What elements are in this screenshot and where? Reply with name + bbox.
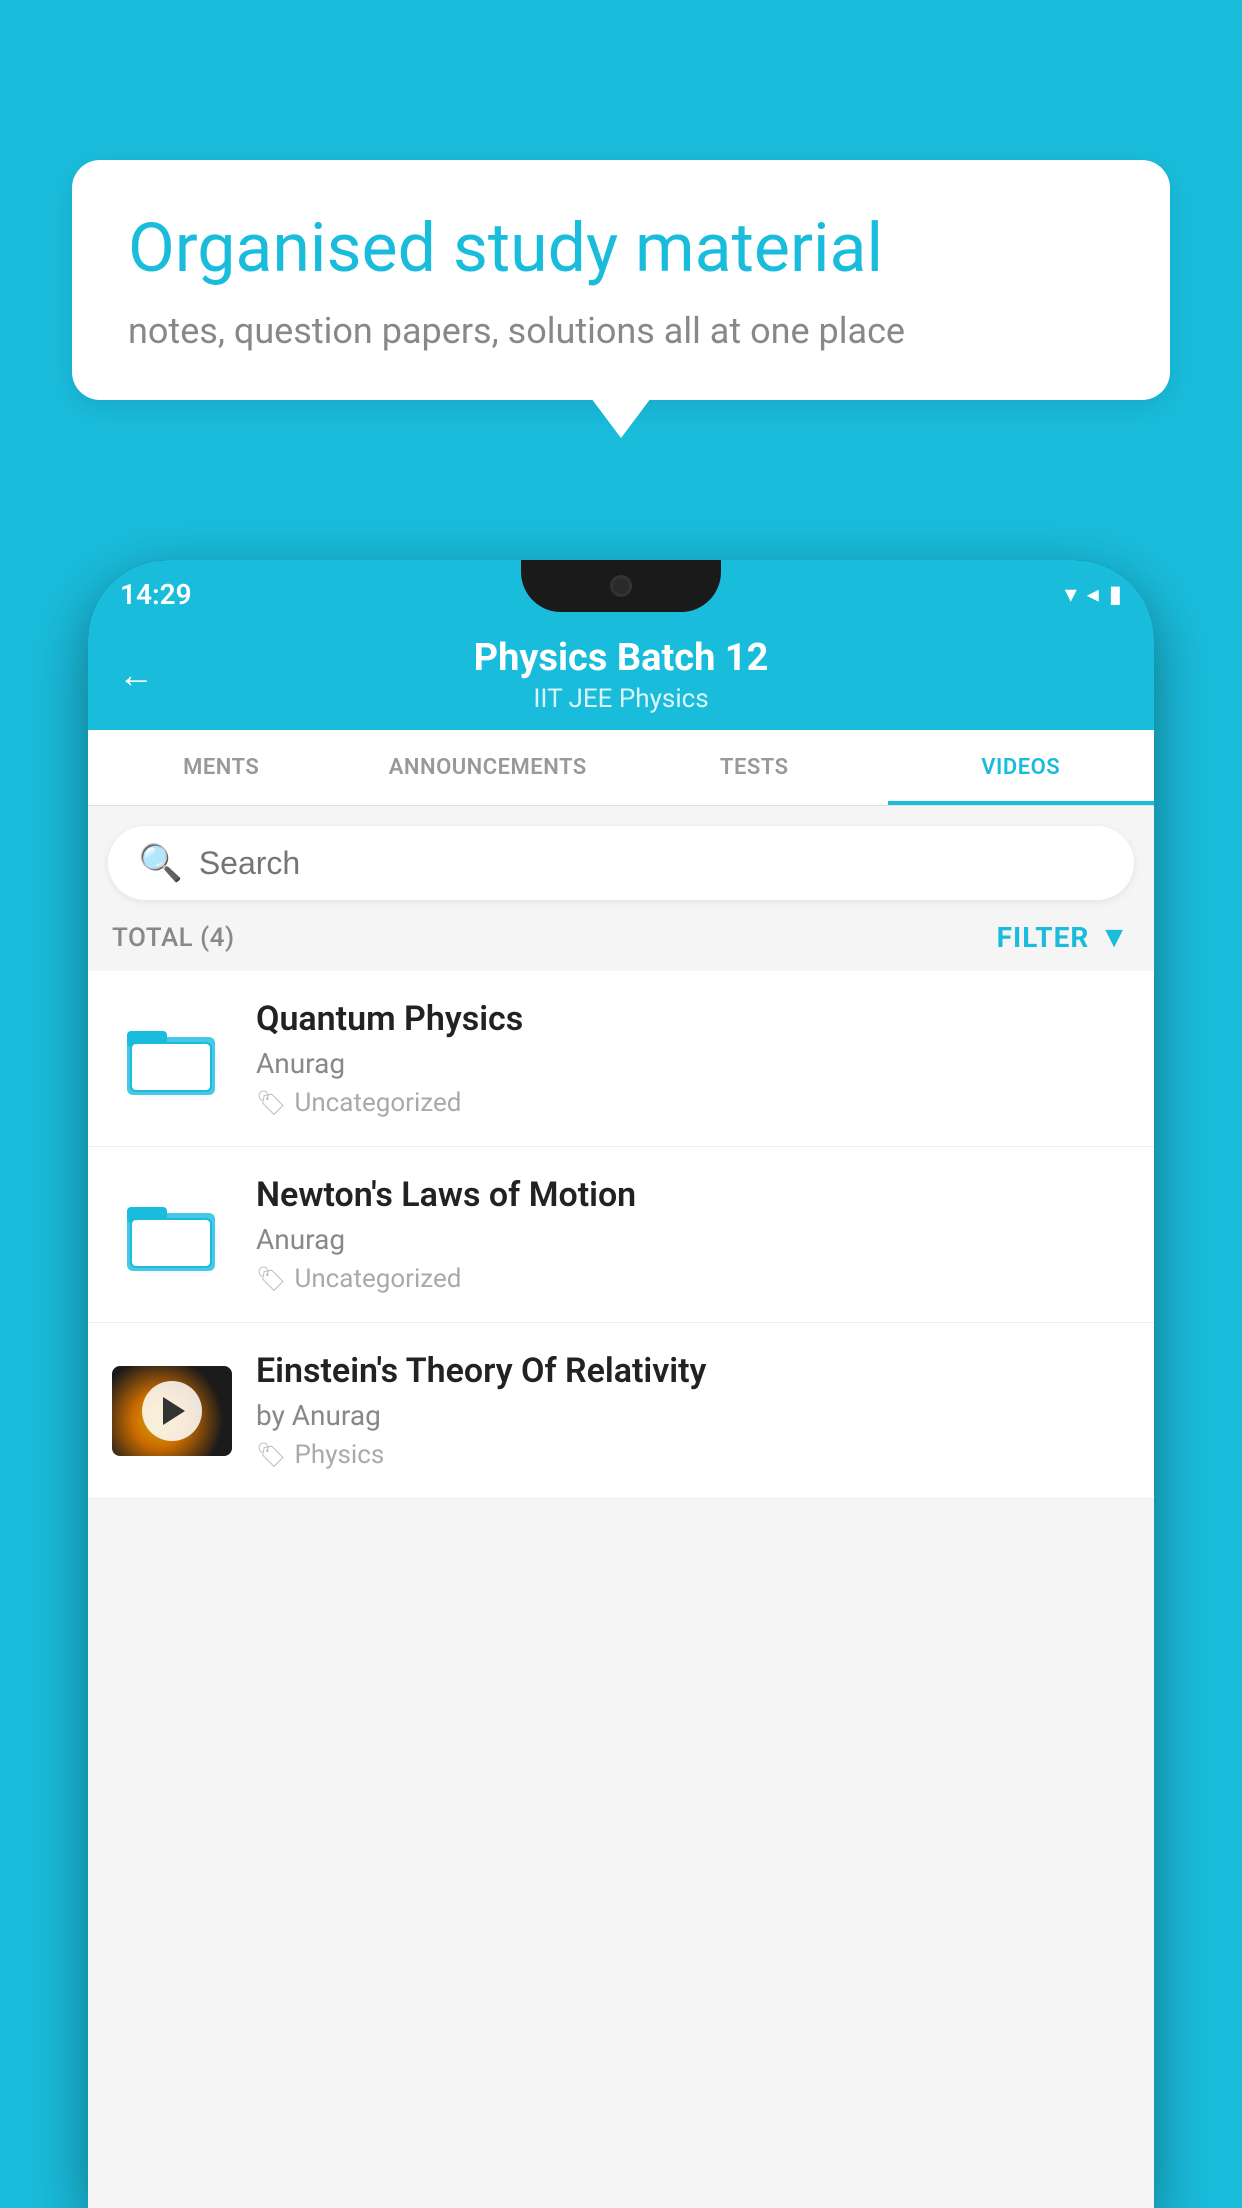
app-title: Physics Batch 12	[474, 636, 769, 680]
front-camera	[610, 575, 632, 597]
tag-label-3: Physics	[294, 1440, 384, 1470]
video-tag-2: 🏷 Uncategorized	[256, 1264, 1130, 1294]
play-circle	[142, 1381, 202, 1441]
list-item[interactable]: Einstein's Theory Of Relativity by Anura…	[88, 1323, 1154, 1499]
filter-button[interactable]: FILTER ▼	[997, 920, 1130, 955]
video-tag-1: 🏷 Uncategorized	[256, 1088, 1130, 1118]
search-icon: 🔍	[138, 842, 183, 884]
video-info-3: Einstein's Theory Of Relativity by Anura…	[256, 1351, 1130, 1470]
video-title-3: Einstein's Theory Of Relativity	[256, 1351, 1130, 1391]
speech-bubble-title: Organised study material	[128, 208, 1114, 290]
back-button[interactable]: ←	[118, 654, 154, 696]
app-header: ← Physics Batch 12 IIT JEE Physics	[88, 620, 1154, 730]
battery-icon: ▮	[1109, 580, 1122, 608]
video-author-3: by Anurag	[256, 1399, 1130, 1432]
signal-icon: ◂	[1087, 580, 1099, 608]
tag-icon: 🏷	[256, 1089, 286, 1117]
folder-icon	[127, 1019, 217, 1099]
speech-bubble-subtitle: notes, question papers, solutions all at…	[128, 310, 1114, 352]
content-area: 🔍 TOTAL (4) FILTER ▼	[88, 806, 1154, 2208]
search-input[interactable]	[199, 845, 1104, 882]
video-title-2: Newton's Laws of Motion	[256, 1175, 1130, 1215]
video-thumbnail-1	[112, 1014, 232, 1104]
video-info-1: Quantum Physics Anurag 🏷 Uncategorized	[256, 999, 1130, 1118]
tag-icon: 🏷	[256, 1441, 286, 1469]
search-bar[interactable]: 🔍	[108, 826, 1134, 900]
video-thumbnail-2	[112, 1190, 232, 1280]
phone-notch	[521, 560, 721, 612]
tag-icon: 🏷	[256, 1265, 286, 1293]
status-icons: ▾ ◂ ▮	[1065, 580, 1122, 608]
list-item[interactable]: Newton's Laws of Motion Anurag 🏷 Uncateg…	[88, 1147, 1154, 1323]
tab-ments[interactable]: MENTS	[88, 730, 355, 805]
video-info-2: Newton's Laws of Motion Anurag 🏷 Uncateg…	[256, 1175, 1130, 1294]
tab-tests[interactable]: TESTS	[621, 730, 888, 805]
video-thumbnail-3	[112, 1366, 232, 1456]
list-item[interactable]: Quantum Physics Anurag 🏷 Uncategorized	[88, 971, 1154, 1147]
total-count: TOTAL (4)	[112, 923, 235, 953]
video-title-1: Quantum Physics	[256, 999, 1130, 1039]
wifi-icon: ▾	[1065, 580, 1077, 608]
speech-bubble: Organised study material notes, question…	[72, 160, 1170, 400]
play-triangle-icon	[163, 1397, 185, 1425]
tab-announcements[interactable]: ANNOUNCEMENTS	[355, 730, 622, 805]
filter-label: FILTER	[997, 921, 1090, 954]
play-button-overlay[interactable]	[112, 1366, 232, 1456]
tag-label-1: Uncategorized	[294, 1088, 461, 1118]
video-author-2: Anurag	[256, 1223, 1130, 1256]
phone-frame: 14:29 ▾ ◂ ▮ ← Physics Batch 12 IIT JEE P…	[88, 560, 1154, 2208]
video-author-1: Anurag	[256, 1047, 1130, 1080]
filter-row: TOTAL (4) FILTER ▼	[88, 900, 1154, 971]
tabs-bar: MENTS ANNOUNCEMENTS TESTS VIDEOS	[88, 730, 1154, 806]
tag-label-2: Uncategorized	[294, 1264, 461, 1294]
status-time: 14:29	[120, 578, 192, 611]
video-tag-3: 🏷 Physics	[256, 1440, 1130, 1470]
filter-icon: ▼	[1099, 920, 1130, 955]
video-list: Quantum Physics Anurag 🏷 Uncategorized	[88, 971, 1154, 1499]
folder-icon	[127, 1195, 217, 1275]
app-subtitle: IIT JEE Physics	[533, 684, 708, 714]
tab-videos[interactable]: VIDEOS	[888, 730, 1155, 805]
